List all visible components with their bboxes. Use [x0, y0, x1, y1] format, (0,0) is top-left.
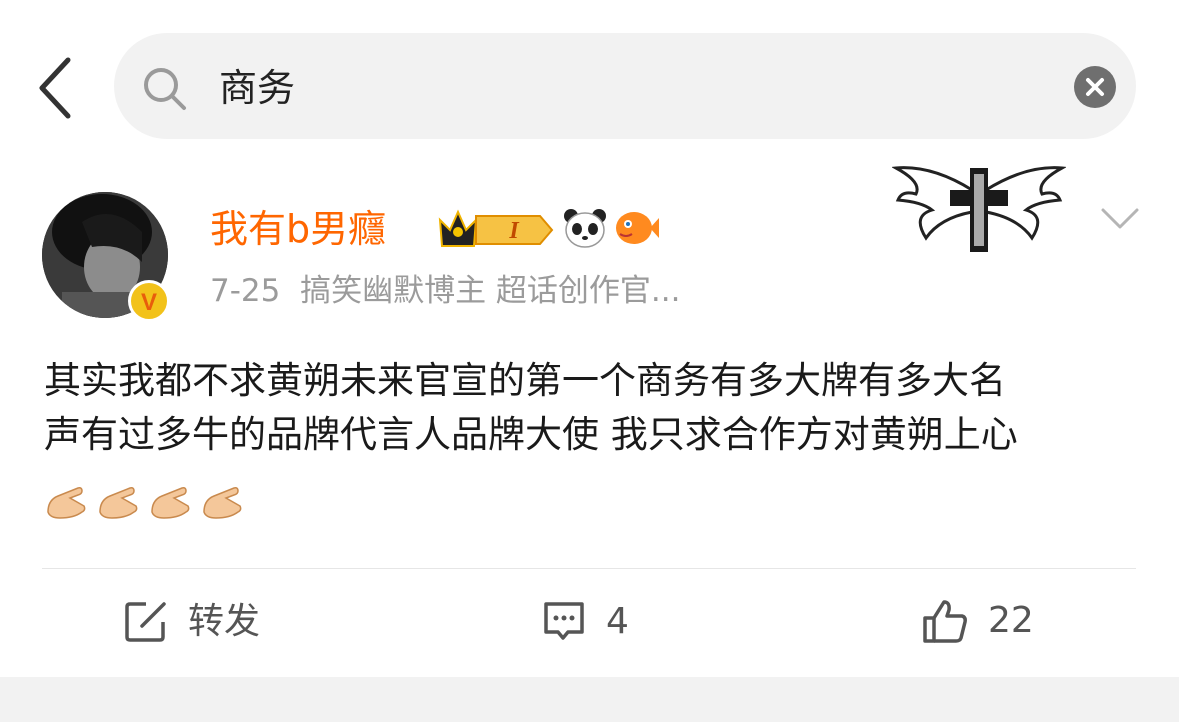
- comment-icon: [544, 602, 584, 640]
- clear-search-button[interactable]: [1074, 66, 1116, 108]
- close-icon: [1086, 78, 1104, 96]
- post-meta: 7-25 搞笑幽默博主 超话创作官...: [210, 270, 681, 312]
- post-text: 其实我都不求黄朔未来官宣的第一个商务有多大牌有多大名 声有过多牛的品牌代言人品牌…: [44, 354, 1154, 462]
- verified-badge-icon: V: [128, 280, 170, 322]
- pointing-hands-emojis: [44, 482, 244, 520]
- post-date: 7-25: [210, 273, 281, 309]
- pufferfish-icon: [616, 212, 659, 244]
- search-icon: [144, 68, 186, 110]
- comment-count: 4: [606, 601, 629, 642]
- panda-icon: [564, 209, 606, 248]
- svg-text:I: I: [508, 218, 520, 244]
- thumbs-up-icon: [923, 600, 967, 643]
- repost-button[interactable]: 转发: [124, 600, 260, 644]
- chevron-down-icon[interactable]: [1100, 206, 1140, 232]
- user-tags: 搞笑幽默博主 超话创作官...: [300, 273, 681, 309]
- back-icon[interactable]: [36, 56, 76, 120]
- comment-button[interactable]: 4: [542, 600, 629, 644]
- username[interactable]: 我有b男癮: [210, 204, 386, 254]
- cross-wings-decoration-icon: [892, 166, 1066, 252]
- svg-text:V: V: [141, 289, 157, 316]
- post-text-line: 其实我都不求黄朔未来官宣的第一个商务有多大牌有多大名: [44, 359, 1006, 402]
- repost-label: 转发: [188, 601, 261, 642]
- member-crown-badge-icon: I: [438, 209, 554, 247]
- divider: [42, 568, 1136, 569]
- search-input[interactable]: 商务: [219, 64, 295, 112]
- like-button[interactable]: 22: [922, 598, 1034, 644]
- feed-separator: [0, 677, 1179, 722]
- like-count: 22: [988, 600, 1034, 641]
- post-text-line: 声有过多牛的品牌代言人品牌大使 我只求合作方对黄朔上心: [44, 413, 1018, 456]
- share-icon: [125, 602, 166, 642]
